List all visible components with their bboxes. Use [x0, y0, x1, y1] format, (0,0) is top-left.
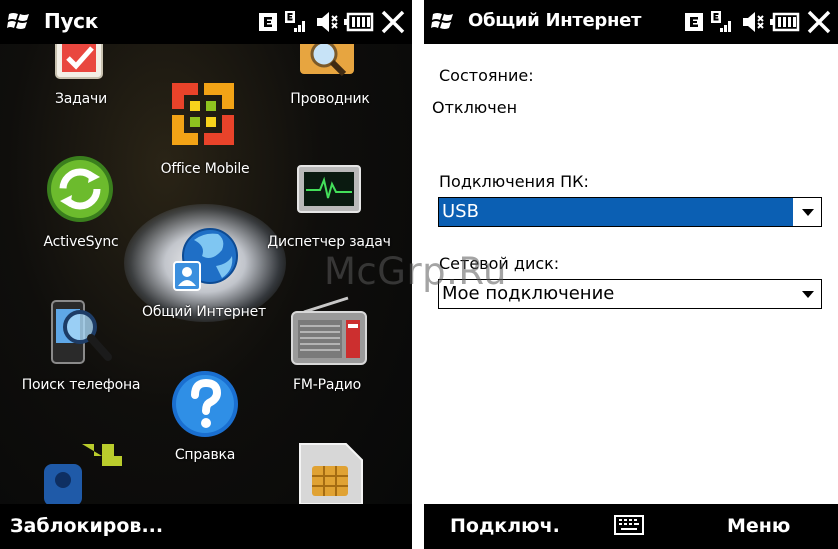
- speaker-muted-icon[interactable]: [314, 9, 338, 35]
- tile-label: Справка: [174, 447, 236, 463]
- title-bar: Общий Интернет: [424, 0, 838, 44]
- speaker-muted-icon[interactable]: [740, 9, 764, 35]
- tasks-icon: [55, 44, 103, 79]
- close-icon[interactable]: [806, 9, 832, 35]
- status-icons: [258, 7, 406, 37]
- tile-label: Office Mobile: [160, 161, 250, 177]
- windows-start-icon[interactable]: [431, 9, 457, 33]
- close-icon[interactable]: [380, 9, 406, 35]
- watermark-text: McGrp.Ru: [324, 250, 507, 293]
- app-partial-icon[interactable]: [42, 434, 126, 506]
- status-icons: [684, 7, 832, 37]
- fm-radio-icon: [291, 296, 367, 365]
- pc-connection-select[interactable]: USB: [438, 197, 822, 227]
- chevron-down-icon: [802, 291, 814, 298]
- tile-label: Задачи: [55, 91, 107, 107]
- windows-start-icon[interactable]: [7, 9, 33, 33]
- phone-search-icon: [51, 300, 112, 364]
- tile-label: ActiveSync: [43, 234, 119, 250]
- tile-label: Проводник: [290, 91, 370, 107]
- internet-sharing-icon: [173, 228, 238, 291]
- activesync-icon: [47, 156, 113, 222]
- help-icon: [172, 371, 238, 437]
- softkey-menu[interactable]: Меню: [727, 515, 790, 537]
- explorer-icon: [300, 44, 354, 77]
- tile-label: Общий Интернет: [142, 304, 266, 320]
- dropdown-arrow-button[interactable]: [793, 198, 821, 226]
- edge-network-icon: [259, 13, 277, 31]
- tile-label: FM-Радио: [293, 377, 361, 393]
- edge-network-icon: [685, 13, 703, 31]
- pc-connection-label: Подключения ПК:: [439, 172, 589, 191]
- battery-icon[interactable]: [344, 11, 374, 33]
- window-title: Пуск: [44, 9, 99, 33]
- signal-strength-icon[interactable]: [710, 9, 734, 35]
- chevron-down-icon: [802, 209, 814, 216]
- title-bar: Пуск: [0, 0, 412, 44]
- tile-label: Поиск телефона: [21, 377, 141, 393]
- signal-strength-icon[interactable]: [284, 9, 308, 35]
- softkey-connect[interactable]: Подключ.: [450, 515, 560, 537]
- soft-key-bar: Заблокиров...: [0, 504, 412, 549]
- task-manager-icon: [297, 165, 361, 213]
- pc-connection-value: USB: [442, 201, 479, 222]
- window-title: Общий Интернет: [468, 10, 642, 31]
- status-label: Состояние:: [439, 66, 534, 85]
- battery-icon[interactable]: [770, 11, 800, 33]
- status-value: Отключен: [432, 98, 518, 117]
- dropdown-arrow-button[interactable]: [793, 280, 821, 308]
- tile-label: Диспетчер задач: [267, 234, 391, 250]
- keyboard-icon[interactable]: [614, 515, 644, 535]
- soft-key-bar: Подключ. Меню: [424, 504, 838, 549]
- sim-manager-icon[interactable]: [298, 442, 364, 504]
- office-icon: [172, 83, 234, 145]
- softkey-lock[interactable]: Заблокиров...: [10, 515, 163, 537]
